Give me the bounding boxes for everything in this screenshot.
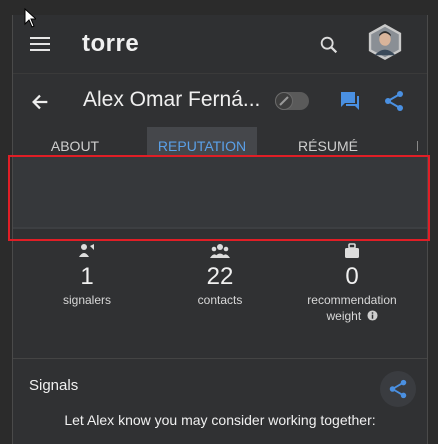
signals-share-button[interactable] <box>380 371 416 407</box>
signaler-icon <box>79 244 94 257</box>
search-icon[interactable] <box>318 34 340 56</box>
profile-header: Alex Omar Ferná... <box>13 75 427 127</box>
share-icon[interactable] <box>382 89 406 113</box>
avatar[interactable] <box>366 23 404 61</box>
weight-label-row: weight <box>298 309 406 323</box>
contacts-label: contacts <box>197 293 243 307</box>
back-arrow-icon[interactable] <box>29 91 51 113</box>
profile-name: Alex Omar Ferná... <box>83 88 261 111</box>
contacts-icon <box>210 244 230 258</box>
reputation-stats: 1 signalers 22 contacts 0 recommendation <box>13 243 427 353</box>
chat-icon[interactable] <box>338 89 362 113</box>
recommendation-label: recommendation <box>307 293 397 307</box>
menu-icon[interactable] <box>30 37 50 51</box>
signals-title: Signals <box>29 377 79 394</box>
pencil-off-icon <box>279 96 289 106</box>
section-divider <box>13 358 427 359</box>
top-bar: torre <box>13 15 427 74</box>
info-icon[interactable] <box>366 310 378 321</box>
highlight-box <box>8 155 430 241</box>
stat-contacts[interactable]: 22 contacts <box>168 243 272 307</box>
bag-icon <box>345 243 359 258</box>
signals-prompt: Let Alex know you may consider working t… <box>64 412 376 428</box>
signalers-count: 1 <box>80 263 94 290</box>
tab-separator <box>417 141 418 151</box>
mouse-cursor-icon <box>24 8 36 28</box>
recommendation-weight-value: 0 <box>345 263 359 290</box>
contacts-count: 22 <box>206 263 234 290</box>
toggle-knob <box>275 92 293 110</box>
signalers-label: signalers <box>62 293 112 307</box>
weight-label: weight <box>326 309 362 323</box>
stat-recommendation-weight[interactable]: 0 recommendation weight <box>298 243 406 323</box>
torre-logo[interactable]: torre <box>82 30 139 58</box>
visibility-toggle[interactable] <box>275 92 309 110</box>
share-icon <box>389 379 407 399</box>
stat-signalers[interactable]: 1 signalers <box>35 243 139 307</box>
